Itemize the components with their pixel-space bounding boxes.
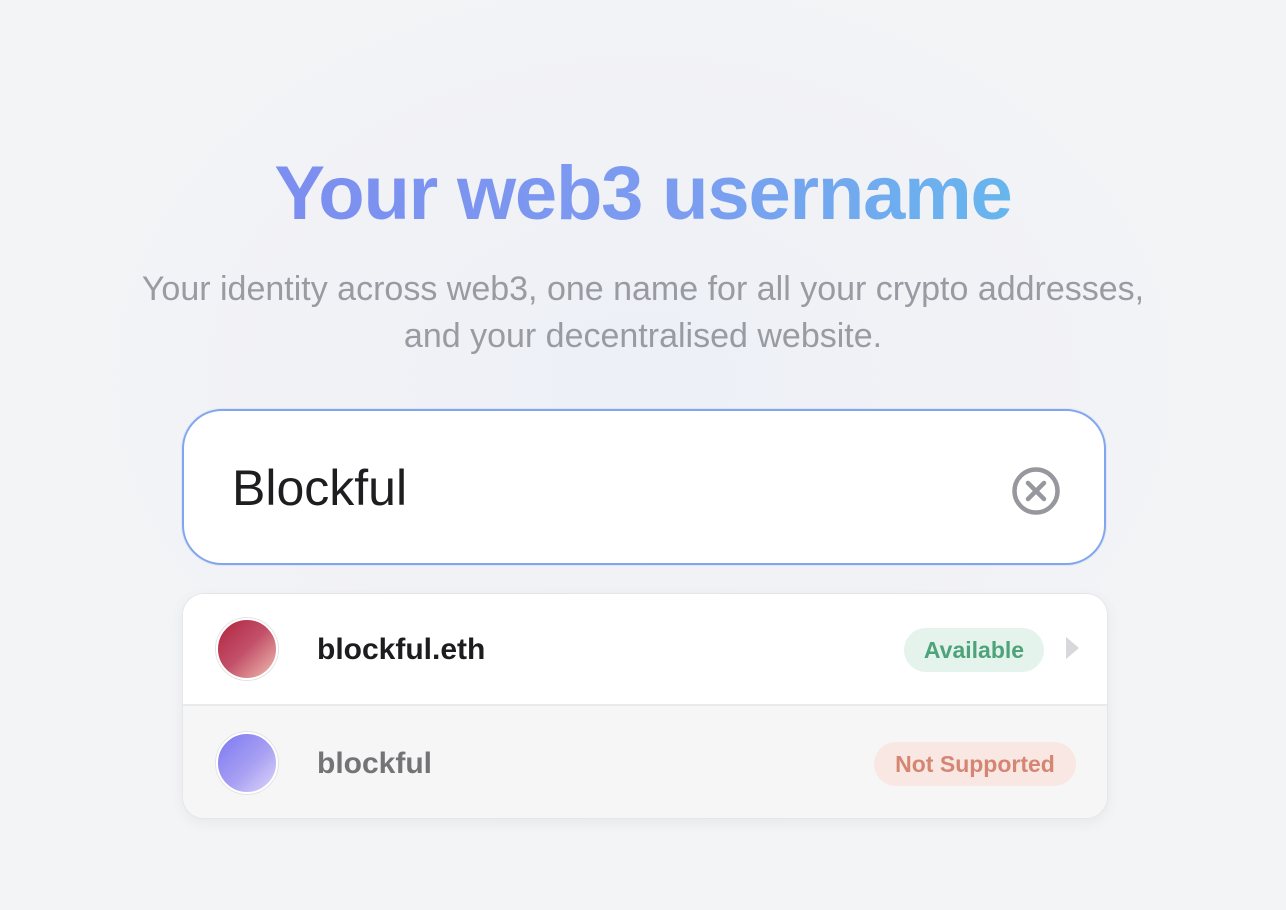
search-input[interactable] [232,451,972,525]
avatar [216,732,278,794]
subtitle-line-1: Your identity across web3, one name for … [141,270,1145,308]
search-results-dropdown: blockful.eth Available blockful Not Supp… [182,593,1108,819]
status-badge-not-supported: Not Supported [874,742,1076,786]
result-name: blockful.eth [317,633,486,666]
chevron-right-icon[interactable] [1066,637,1079,659]
result-row-blockful[interactable]: blockful Not Supported [183,706,1107,818]
result-name: blockful [317,747,433,780]
status-badge-available: Available [904,628,1044,672]
page-subtitle: Your identity across web3, one name for … [93,266,1193,360]
clear-search-button[interactable] [1010,465,1062,517]
page-title: Your web3 username [274,151,1012,236]
result-row-blockful-eth[interactable]: blockful.eth Available [183,594,1107,706]
avatar [216,618,278,680]
close-circle-icon [1012,467,1060,515]
search-box[interactable] [182,409,1106,565]
subtitle-line-2: and your decentralised website. [403,317,883,355]
